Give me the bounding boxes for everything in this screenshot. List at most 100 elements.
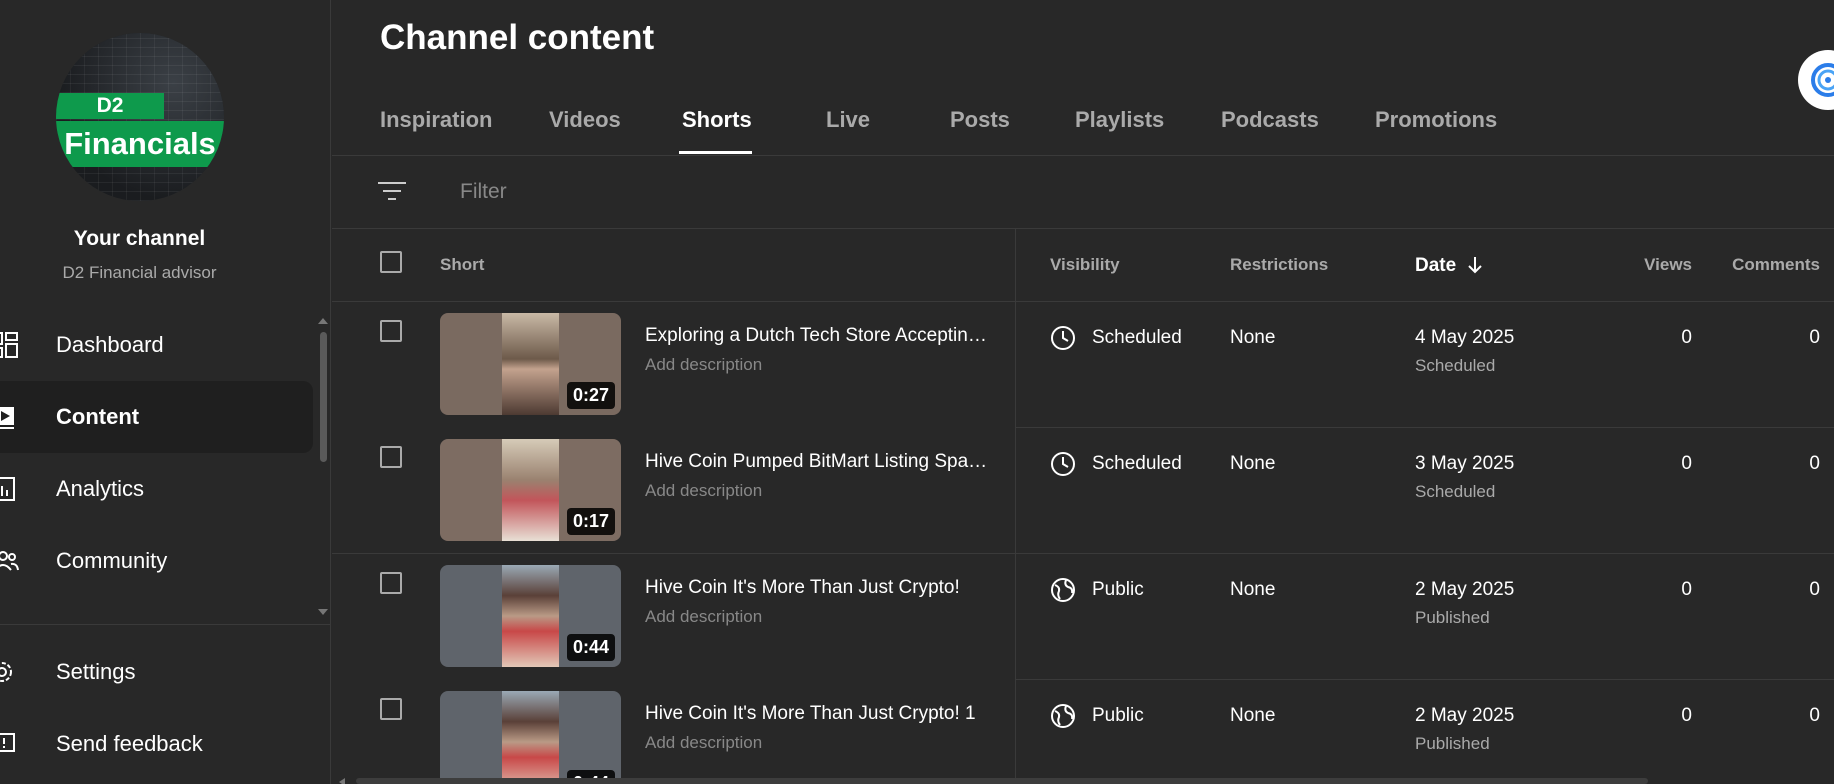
column-header-short: Short	[440, 255, 485, 274]
date-status: Scheduled	[1415, 356, 1496, 375]
select-all-checkbox[interactable]	[380, 251, 402, 273]
page-title: Channel content	[380, 18, 655, 57]
scroll-left-arrow-icon[interactable]	[339, 778, 345, 784]
table-row[interactable]: 0:27 Exploring a Dutch Tech Store Accept…	[332, 301, 1834, 426]
column-header-date-label: Date	[1415, 255, 1457, 276]
swirl-icon	[1811, 63, 1834, 97]
sidebar-item-label: Settings	[56, 659, 136, 684]
sidebar-item-send-feedback[interactable]: Send feedback	[0, 708, 313, 780]
filter-icon[interactable]	[378, 179, 408, 203]
column-header-date[interactable]: Date	[1415, 255, 1483, 277]
date-value: 3 May 2025	[1415, 453, 1515, 474]
comments-count: 0	[1809, 579, 1820, 600]
table-row[interactable]: 0:44 Hive Coin It's More Than Just Crypt…	[332, 679, 1834, 784]
table-header: Short Visibility Restrictions Date Views…	[332, 229, 1834, 301]
tabs-divider	[332, 155, 1834, 156]
table-row[interactable]: 0:44 Hive Coin It's More Than Just Crypt…	[332, 553, 1834, 678]
views-count: 0	[1681, 453, 1692, 474]
sort-down-arrow-icon	[1468, 257, 1483, 274]
video-title[interactable]: Exploring a Dutch Tech Store Accepting C…	[645, 325, 990, 347]
visibility-status[interactable]: Public	[1092, 579, 1144, 601]
sidebar-item-label: Content	[56, 404, 140, 429]
scroll-down-arrow-icon[interactable]	[318, 609, 328, 615]
video-title[interactable]: Hive Coin It's More Than Just Crypto!	[645, 577, 990, 599]
date-status: Published	[1415, 608, 1490, 627]
row-checkbox[interactable]	[380, 446, 402, 468]
visibility-status[interactable]: Scheduled	[1092, 453, 1182, 475]
avatar-logo-bottom: Financials	[56, 121, 224, 167]
sidebar-item-label: Send feedback	[56, 731, 203, 756]
video-description[interactable]: Add description	[645, 355, 762, 375]
views-count: 0	[1681, 705, 1692, 726]
dashboard-icon	[0, 332, 18, 358]
sidebar: D2 Financials Your channel D2 Financial …	[0, 0, 331, 784]
column-header-visibility[interactable]: Visibility	[1050, 255, 1120, 275]
sidebar-item-content[interactable]: Content	[0, 381, 313, 453]
sidebar-item-dashboard[interactable]: Dashboard	[0, 309, 313, 381]
sidebar-item-analytics[interactable]: Analytics	[0, 453, 313, 525]
sidebar-divider	[0, 624, 331, 625]
thumbnail-image	[502, 565, 559, 667]
filter-input[interactable]	[458, 173, 1062, 211]
gear-icon	[0, 662, 12, 682]
row-checkbox[interactable]	[380, 572, 402, 594]
tab-videos[interactable]: Videos	[549, 107, 621, 133]
column-header-restrictions[interactable]: Restrictions	[1230, 255, 1328, 275]
main-content: Channel content Inspiration Videos Short…	[332, 0, 1834, 784]
channel-subtitle: D2 Financial advisor	[62, 263, 217, 282]
globe-icon	[1051, 704, 1075, 728]
comments-count: 0	[1809, 453, 1820, 474]
column-header-views[interactable]: Views	[1572, 255, 1692, 275]
duration-badge: 0:27	[566, 382, 615, 409]
duration-badge: 0:17	[566, 508, 615, 535]
date-value: 4 May 2025	[1415, 327, 1515, 348]
video-thumbnail[interactable]: 0:27	[440, 313, 621, 415]
tab-promotions[interactable]: Promotions	[1375, 107, 1497, 133]
tab-inspiration[interactable]: Inspiration	[380, 107, 492, 133]
content-tabs: Inspiration Videos Shorts Live Posts Pla…	[332, 95, 1834, 155]
clock-icon	[1051, 452, 1075, 476]
duration-badge: 0:44	[566, 634, 615, 661]
restrictions-value: None	[1230, 705, 1276, 726]
analytics-icon	[0, 477, 15, 501]
row-checkbox[interactable]	[380, 320, 402, 342]
sidebar-item-community[interactable]: Community	[0, 525, 313, 597]
video-thumbnail[interactable]: 0:17	[440, 439, 621, 541]
tab-playlists[interactable]: Playlists	[1075, 107, 1164, 133]
sidebar-item-settings[interactable]: Settings	[0, 636, 313, 708]
column-header-comments[interactable]: Comments	[1712, 255, 1820, 275]
date-status: Published	[1415, 734, 1490, 753]
comments-count: 0	[1809, 327, 1820, 348]
table-row[interactable]: 0:17 Hive Coin Pumped BitMart Listing Sp…	[332, 427, 1834, 552]
tab-live[interactable]: Live	[826, 107, 870, 133]
video-title[interactable]: Hive Coin It's More Than Just Crypto! 1	[645, 703, 990, 725]
video-description[interactable]: Add description	[645, 607, 762, 627]
community-icon	[0, 551, 19, 571]
thumbnail-image	[502, 313, 559, 415]
feedback-icon	[0, 733, 15, 752]
channel-avatar[interactable]: D2 Financials	[56, 33, 224, 201]
horizontal-scrollbar[interactable]	[356, 778, 1648, 784]
comments-count: 0	[1809, 705, 1820, 726]
date-status: Scheduled	[1415, 482, 1496, 501]
views-count: 0	[1681, 579, 1692, 600]
video-thumbnail[interactable]: 0:44	[440, 565, 621, 667]
tab-shorts[interactable]: Shorts	[682, 107, 752, 133]
tab-podcasts[interactable]: Podcasts	[1221, 107, 1319, 133]
clock-icon	[1051, 326, 1075, 350]
video-description[interactable]: Add description	[645, 733, 762, 753]
channel-name[interactable]: Your channel	[0, 227, 279, 251]
globe-icon	[1051, 578, 1075, 602]
tab-posts[interactable]: Posts	[950, 107, 1010, 133]
visibility-status[interactable]: Scheduled	[1092, 327, 1182, 349]
restrictions-value: None	[1230, 327, 1276, 348]
row-checkbox[interactable]	[380, 698, 402, 720]
video-title[interactable]: Hive Coin Pumped BitMart Listing Sparks …	[645, 451, 990, 473]
sidebar-scrollbar-thumb[interactable]	[320, 332, 327, 462]
scroll-up-arrow-icon[interactable]	[318, 318, 328, 324]
app-window: D2 Financials Your channel D2 Financial …	[0, 0, 1834, 784]
visibility-status[interactable]: Public	[1092, 705, 1144, 727]
thumbnail-image	[502, 691, 559, 784]
video-description[interactable]: Add description	[645, 481, 762, 501]
video-thumbnail[interactable]: 0:44	[440, 691, 621, 784]
